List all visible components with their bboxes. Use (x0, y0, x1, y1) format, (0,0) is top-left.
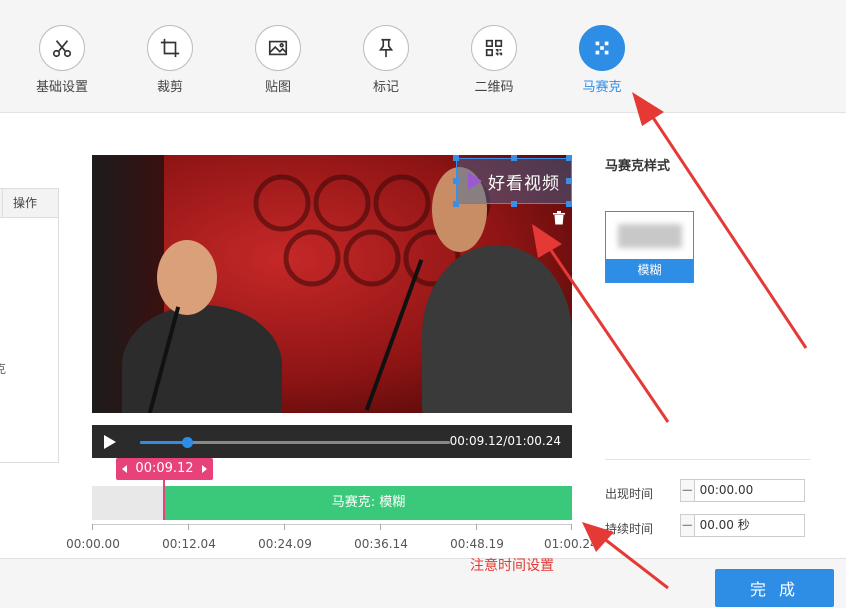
mosaic-segment[interactable]: 马赛克: 模糊 (165, 486, 572, 520)
video-preview: 好看视频 (92, 155, 572, 413)
ruler-tick (476, 524, 477, 530)
annotation-note: 注意时间设置 (470, 558, 554, 574)
resize-handle-tm[interactable] (511, 155, 517, 161)
blur-preview (618, 224, 682, 248)
appear-time-input[interactable] (694, 480, 846, 501)
mosaic-icon (579, 25, 625, 71)
tool-mark[interactable]: 标记 (341, 25, 431, 95)
ruler-label: 00:24.09 (258, 537, 312, 551)
ruler-tick (284, 524, 285, 530)
tool-label: 标记 (372, 80, 399, 95)
duration-label: 持续时间 (605, 522, 654, 536)
ruler-tick (188, 524, 189, 530)
tool-mosaic[interactable]: 马赛克 (557, 25, 647, 95)
progress-fill (140, 441, 187, 444)
pin-icon (363, 25, 409, 71)
duration-decrement-button[interactable]: − (681, 515, 695, 536)
tool-sticker[interactable]: 贴图 (233, 25, 323, 95)
ruler-label: 00:36.14 (354, 537, 408, 551)
tool-label: 基础设置 (35, 80, 88, 95)
progress-knob[interactable] (181, 437, 193, 448)
panel-divider (605, 459, 810, 460)
duration-input[interactable] (694, 515, 846, 536)
performer-left-head (157, 240, 217, 315)
video-controls: 00:09.12/01:00.24 (92, 425, 572, 458)
tool-label: 马赛克 (582, 80, 622, 95)
watermark-text: 好看视频 (488, 173, 560, 194)
scissors-icon (39, 25, 85, 71)
trash-icon[interactable] (552, 211, 566, 225)
crop-icon (147, 25, 193, 71)
tool-label: 二维码 (474, 80, 514, 95)
ruler-label: 01:00.24 (544, 537, 598, 551)
tool-qrcode[interactable]: 二维码 (449, 25, 539, 95)
appear-time-stepper: − + (680, 479, 846, 502)
resize-handle-br[interactable] (566, 201, 572, 207)
list-header-action: 操作 (0, 189, 58, 218)
done-button[interactable]: 完 成 (715, 569, 834, 607)
ruler-label: 00:12.04 (162, 537, 216, 551)
performer-left (122, 305, 282, 413)
list-item-fragment: 克 (0, 362, 7, 376)
ruler-tick (571, 524, 572, 530)
time-display: 00:09.12/01:00.24 (449, 434, 561, 448)
mosaic-style-title: 马赛克样式 (605, 159, 671, 174)
mosaic-region[interactable]: 好看视频 (456, 158, 572, 204)
playhead-line[interactable] (163, 478, 165, 520)
appear-time-label: 出现时间 (605, 487, 654, 501)
image-icon (255, 25, 301, 71)
qrcode-icon (471, 25, 517, 71)
progress-track[interactable] (140, 437, 450, 448)
ruler-label: 00:00.00 (66, 537, 120, 551)
resize-handle-mr[interactable] (566, 178, 572, 184)
toolbar: 基础设置 裁剪 贴图 标记 二维码 马赛克 (0, 0, 846, 113)
duration-stepper: − + (680, 514, 846, 537)
playhead-time-tag[interactable]: 00:09.12 (116, 458, 213, 480)
tool-basic-settings[interactable]: 基础设置 (17, 25, 107, 95)
ruler-tick (92, 524, 93, 530)
appear-decrement-button[interactable]: − (681, 480, 695, 501)
resize-handle-tr[interactable] (566, 155, 572, 161)
resize-handle-ml[interactable] (453, 178, 459, 184)
playhead-time: 00:09.12 (135, 461, 194, 476)
resize-handle-bl[interactable] (453, 201, 459, 207)
tool-label: 裁剪 (156, 80, 183, 95)
timeline-ruler (92, 524, 572, 525)
play-icon[interactable] (104, 435, 116, 449)
step-back-icon[interactable] (122, 465, 127, 473)
style-option-blur[interactable]: 模糊 (605, 211, 694, 283)
watermark-logo-icon (468, 172, 482, 190)
style-option-label: 模糊 (606, 259, 693, 282)
ruler-label: 00:48.19 (450, 537, 504, 551)
performer-right (422, 245, 572, 413)
step-forward-icon[interactable] (202, 465, 207, 473)
resize-handle-tl[interactable] (453, 155, 459, 161)
tool-crop[interactable]: 裁剪 (125, 25, 215, 95)
resize-handle-bm[interactable] (511, 201, 517, 207)
ruler-tick (380, 524, 381, 530)
tool-label: 贴图 (264, 80, 291, 95)
mosaic-list-panel: 操作 (0, 188, 59, 463)
header-divider (2, 189, 3, 218)
